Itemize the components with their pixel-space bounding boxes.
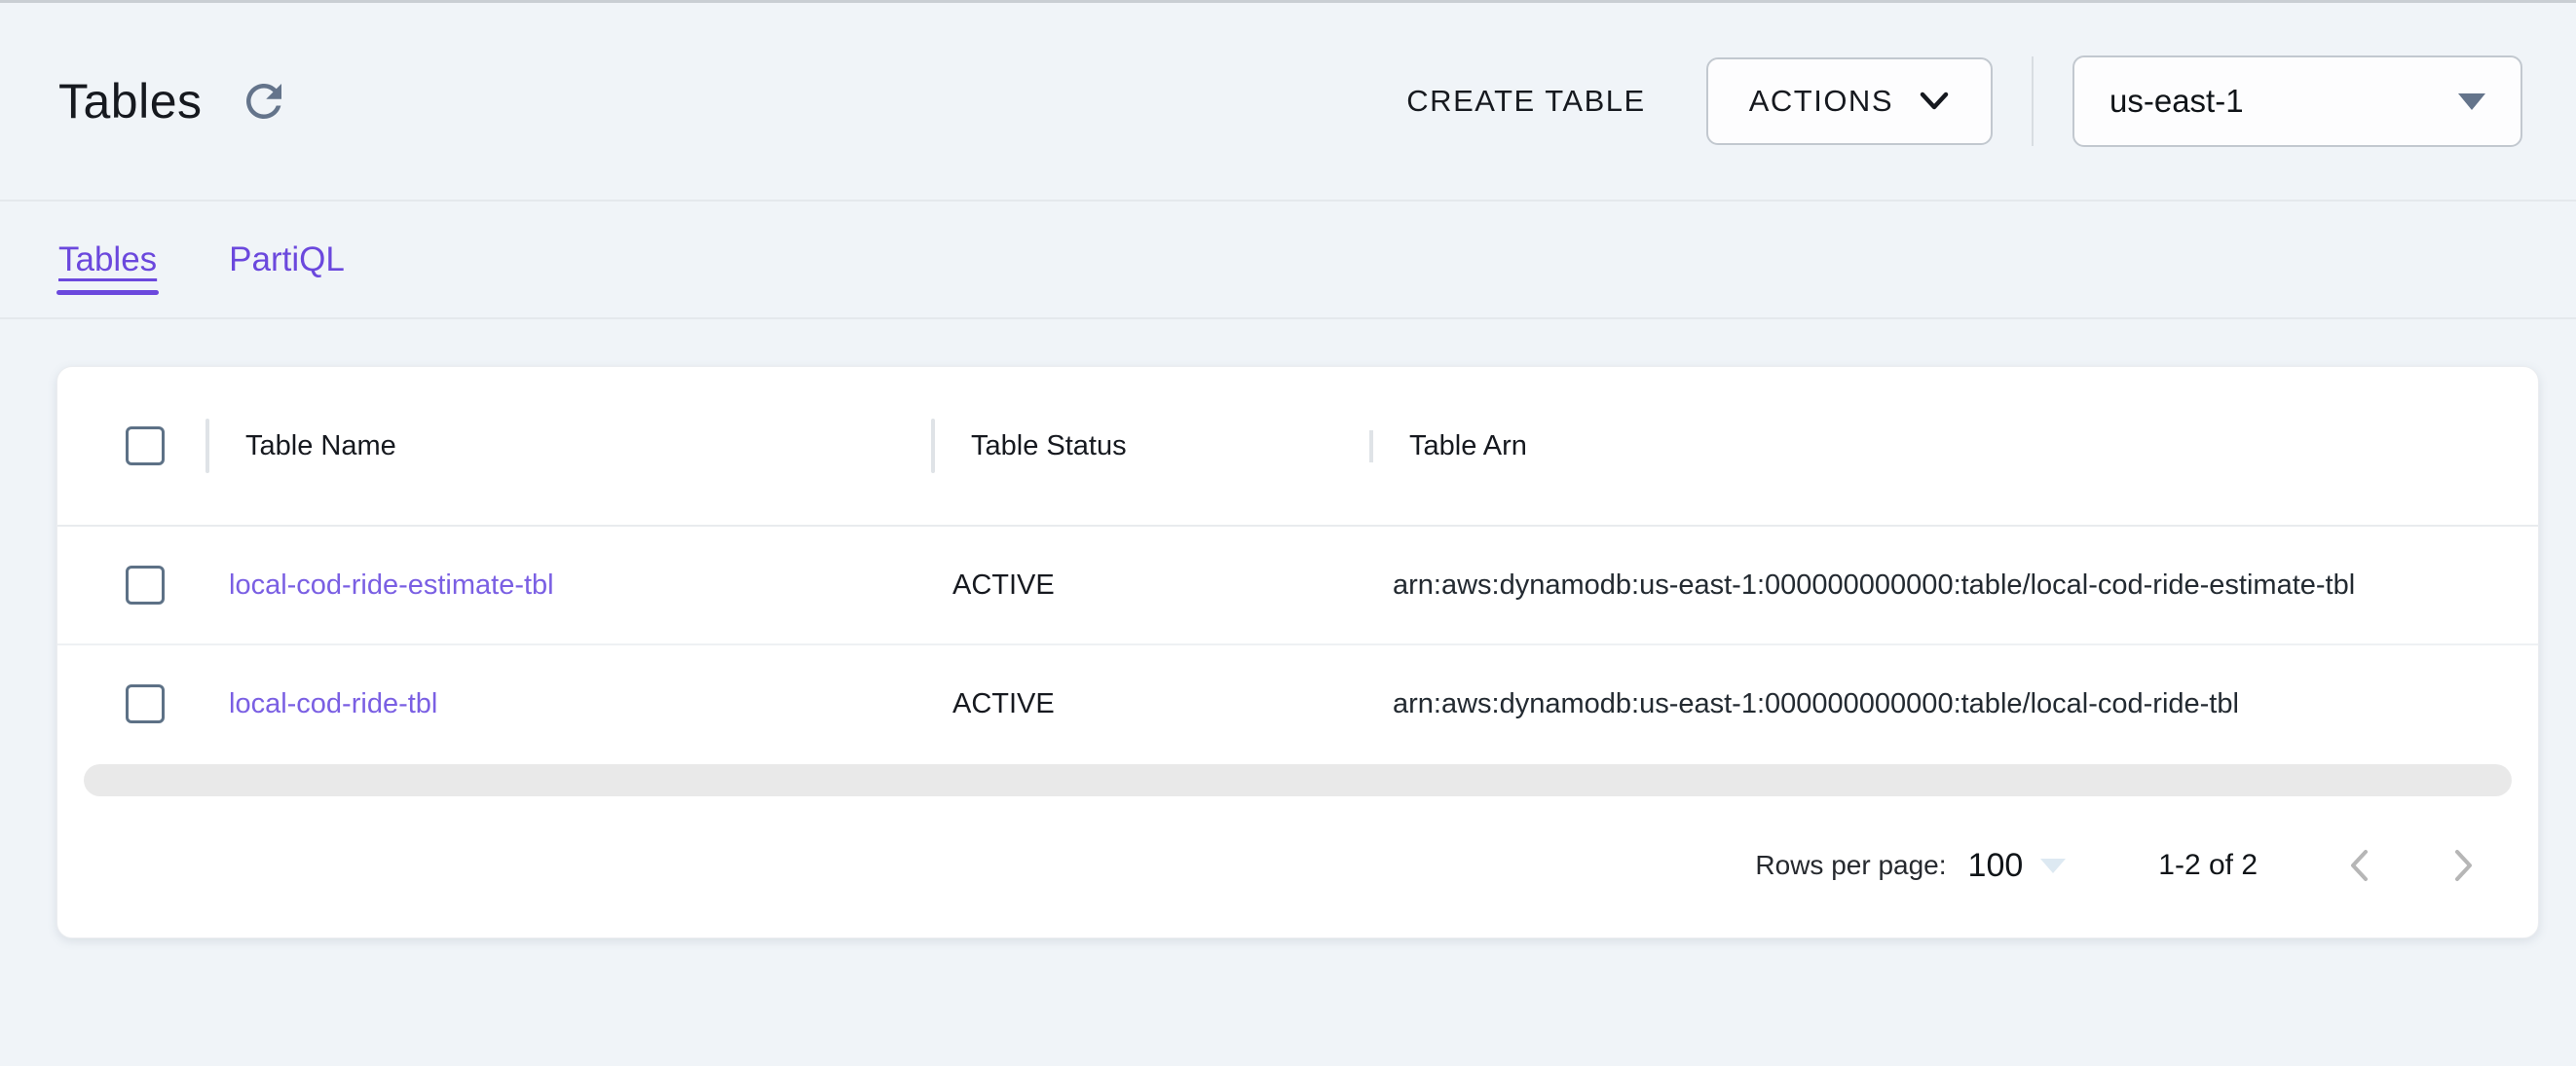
horizontal-scrollbar[interactable] xyxy=(84,764,2512,796)
tables-card: Table Name Table Status Table Arn local-… xyxy=(56,366,2539,938)
table-name-cell: local-cod-ride-tbl xyxy=(205,688,931,720)
row-checkbox-cell xyxy=(57,684,205,723)
row-checkbox[interactable] xyxy=(126,566,165,605)
top-bar-actions: CREATE TABLE ACTIONS us-east-1 xyxy=(1406,55,2522,147)
main-content: Table Name Table Status Table Arn local-… xyxy=(0,319,2576,938)
table-header-row: Table Name Table Status Table Arn xyxy=(57,367,2538,527)
rows-per-page-select[interactable]: 100 xyxy=(1968,847,2067,885)
table-arn-cell: arn:aws:dynamodb:us-east-1:000000000000:… xyxy=(1369,688,2538,720)
table-status-cell: ACTIVE xyxy=(931,570,1369,602)
actions-dropdown-button[interactable]: ACTIONS xyxy=(1706,57,1993,145)
refresh-button[interactable] xyxy=(238,75,290,128)
actions-button-label: ACTIONS xyxy=(1749,84,1893,119)
select-all-checkbox[interactable] xyxy=(126,426,165,465)
previous-page-button[interactable] xyxy=(2343,844,2376,887)
caret-down-icon xyxy=(2040,859,2066,873)
chevron-right-icon xyxy=(2446,844,2480,887)
top-bar: Tables CREATE TABLE ACTIONS us-east-1 xyxy=(0,3,2576,202)
select-all-cell xyxy=(57,426,205,465)
page-title: Tables xyxy=(58,73,203,129)
rows-per-page-label: Rows per page: xyxy=(1755,850,1946,881)
refresh-icon xyxy=(238,75,290,128)
page-range-label: 1-2 of 2 xyxy=(2158,849,2258,882)
tab-tables[interactable]: Tables xyxy=(58,240,157,279)
column-header-table-name: Table Name xyxy=(205,430,931,462)
table-status: ACTIVE xyxy=(952,688,1055,720)
column-header-label: Table Status xyxy=(971,430,1127,462)
table-status: ACTIVE xyxy=(952,570,1055,602)
table-name-link[interactable]: local-cod-ride-tbl xyxy=(229,688,437,720)
table-name-cell: local-cod-ride-estimate-tbl xyxy=(205,570,931,602)
header-divider xyxy=(2032,56,2034,146)
column-header-table-arn: Table Arn xyxy=(1369,430,2538,462)
tab-partiql[interactable]: PartiQL xyxy=(229,240,345,279)
table-row: local-cod-ride-tbl ACTIVE arn:aws:dynamo… xyxy=(57,645,2538,762)
table-arn: arn:aws:dynamodb:us-east-1:000000000000:… xyxy=(1393,570,2355,602)
table-arn-cell: arn:aws:dynamodb:us-east-1:000000000000:… xyxy=(1369,570,2538,602)
region-select-value: us-east-1 xyxy=(2109,83,2244,120)
row-checkbox[interactable] xyxy=(126,684,165,723)
pagination-bar: Rows per page: 100 1-2 of 2 xyxy=(57,796,2538,935)
next-page-button[interactable] xyxy=(2446,844,2480,887)
column-header-label: Table Name xyxy=(245,430,396,462)
row-checkbox-cell xyxy=(57,566,205,605)
region-select[interactable]: us-east-1 xyxy=(2072,55,2522,147)
chevron-down-icon xyxy=(1919,91,1950,112)
column-header-table-status: Table Status xyxy=(931,430,1369,462)
table-name-link[interactable]: local-cod-ride-estimate-tbl xyxy=(229,570,554,602)
table-row: local-cod-ride-estimate-tbl ACTIVE arn:a… xyxy=(57,527,2538,645)
tab-bar: Tables PartiQL xyxy=(0,202,2576,319)
caret-down-icon xyxy=(2458,93,2485,110)
rows-per-page-value: 100 xyxy=(1968,847,2024,885)
create-table-button[interactable]: CREATE TABLE xyxy=(1406,84,1645,119)
table-status-cell: ACTIVE xyxy=(931,688,1369,720)
chevron-left-icon xyxy=(2343,844,2376,887)
table-arn: arn:aws:dynamodb:us-east-1:000000000000:… xyxy=(1393,688,2239,720)
column-header-label: Table Arn xyxy=(1409,430,1527,462)
